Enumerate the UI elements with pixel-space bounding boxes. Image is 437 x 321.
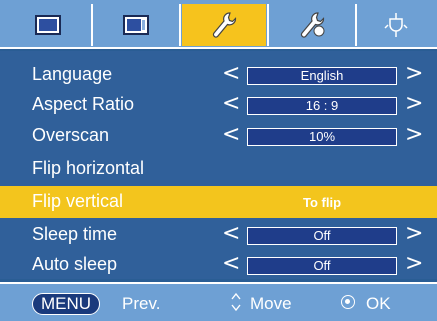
up-down-arrows-icon [230,290,242,319]
left-arrow-icon[interactable]: < [222,221,240,247]
menu-item-label: Aspect Ratio [32,94,135,114]
setup-menu: Language < English > Aspect Ratio < 16 :… [0,51,437,279]
wrench-plus-icon [298,10,326,40]
tab-option[interactable] [270,4,354,46]
monitor-icon [35,15,61,35]
wrench-icon [210,10,238,40]
menu-item-label: Auto sleep [32,254,118,274]
auto-sleep-value: Off [247,257,397,275]
left-arrow-icon[interactable]: < [222,91,240,117]
menu-item-flip-horizontal[interactable]: Flip horizontal [0,153,437,185]
tab-setup[interactable] [182,4,266,46]
overscan-value: 10% [247,128,397,146]
menu-key-badge[interactable]: MENU [32,293,101,315]
left-arrow-icon[interactable]: < [222,61,240,87]
tab-bar [0,0,437,49]
tab-input[interactable] [358,4,434,46]
menu-item-sleep-time[interactable]: Sleep time < Off > [0,219,437,251]
prev-label: Prev. [122,294,161,313]
move-label: Move [250,294,292,313]
right-arrow-icon[interactable]: > [405,122,423,148]
right-arrow-icon[interactable]: > [405,91,423,117]
plug-icon [384,11,408,39]
menu-item-auto-sleep[interactable]: Auto sleep < Off > [0,249,437,281]
tab-picture-adjust[interactable] [94,4,178,46]
tab-picture[interactable] [6,4,90,46]
osd-menu: Language < English > Aspect Ratio < 16 :… [0,0,437,321]
menu-item-flip-vertical[interactable]: Flip vertical To flip [0,186,437,218]
menu-item-overscan[interactable]: Overscan < 10% > [0,120,437,152]
aspect-ratio-value: 16 : 9 [247,97,397,115]
menu-item-label: Language [32,64,113,84]
menu-item-label: Sleep time [32,224,118,244]
ok-label: OK [366,294,391,313]
screen-icon [123,15,149,35]
menu-item-aspect-ratio[interactable]: Aspect Ratio < 16 : 9 > [0,89,437,121]
right-arrow-icon[interactable]: > [405,61,423,87]
flip-vertical-value: To flip [302,195,342,210]
menu-item-language[interactable]: Language < English > [0,59,437,91]
menu-item-label: Flip vertical [32,191,124,211]
sleep-time-value: Off [247,227,397,245]
left-arrow-icon[interactable]: < [222,251,240,277]
language-value: English [247,67,397,85]
right-arrow-icon[interactable]: > [405,221,423,247]
left-arrow-icon[interactable]: < [222,122,240,148]
menu-item-label: Flip horizontal [32,158,145,178]
right-arrow-icon[interactable]: > [405,251,423,277]
footer-help-bar: MENU Prev. Move OK [0,282,437,321]
menu-item-label: Overscan [32,125,110,145]
ok-button-icon [341,295,355,309]
